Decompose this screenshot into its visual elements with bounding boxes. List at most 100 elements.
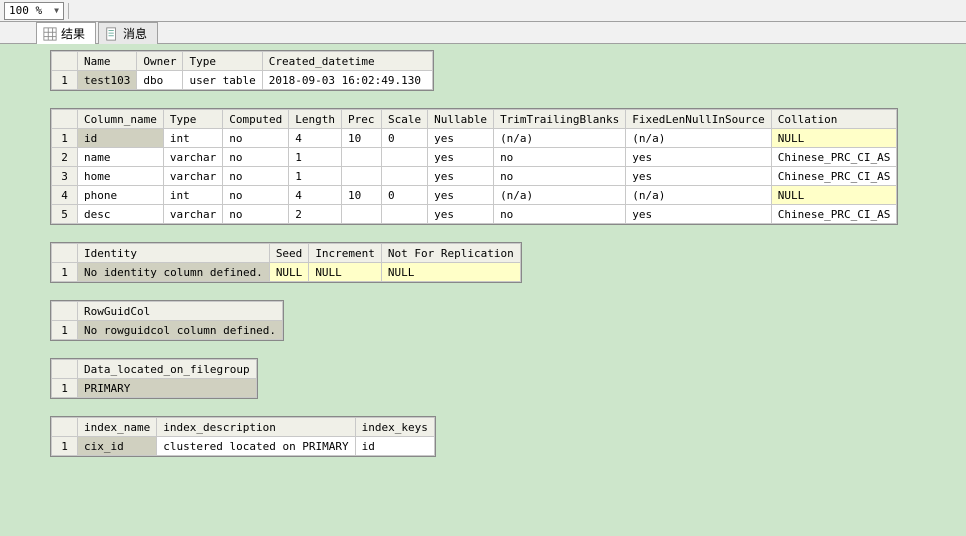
cell-nullable: yes [428, 129, 494, 148]
cell-type: int [163, 129, 222, 148]
col-header-type[interactable]: Type [163, 110, 222, 129]
table-row[interactable]: 3homevarcharno1yesnoyesChinese_PRC_CI_AS [52, 167, 897, 186]
row-number: 1 [52, 321, 78, 340]
table-row[interactable]: 1 PRIMARY [52, 379, 257, 398]
cell-filegroup: PRIMARY [78, 379, 257, 398]
col-header-prec[interactable]: Prec [341, 110, 381, 129]
cell-column-name: id [78, 129, 164, 148]
cell-index-name: cix_id [78, 437, 157, 456]
identity-grid: Identity Seed Increment Not For Replicat… [50, 242, 522, 283]
cell-rowguid: No rowguidcol column defined. [78, 321, 283, 340]
table-row[interactable]: 5descvarcharno2yesnoyesChinese_PRC_CI_AS [52, 205, 897, 224]
table-header-row: Name Owner Type Created_datetime [52, 52, 433, 71]
cell-fixed: (n/a) [626, 186, 771, 205]
cell-prec [341, 148, 381, 167]
col-header-identity[interactable]: Identity [78, 244, 270, 263]
cell-seed: NULL [269, 263, 309, 282]
cell-collation: Chinese_PRC_CI_AS [771, 205, 897, 224]
col-header-fixed[interactable]: FixedLenNullInSource [626, 110, 771, 129]
cell-nfr: NULL [381, 263, 520, 282]
table-header-row: RowGuidCol [52, 302, 283, 321]
cell-fixed: yes [626, 205, 771, 224]
row-number: 1 [52, 263, 78, 282]
table-row[interactable]: 4phoneintno4100yes(n/a)(n/a)NULL [52, 186, 897, 205]
col-header-scale[interactable]: Scale [381, 110, 427, 129]
toolbar-separator [68, 3, 69, 19]
table-row[interactable]: 2namevarcharno1yesnoyesChinese_PRC_CI_AS [52, 148, 897, 167]
cell-nullable: yes [428, 148, 494, 167]
col-header-index-name[interactable]: index_name [78, 418, 157, 437]
cell-collation: Chinese_PRC_CI_AS [771, 167, 897, 186]
cell-type: int [163, 186, 222, 205]
row-number-header[interactable] [52, 244, 78, 263]
cell-prec [341, 167, 381, 186]
row-number: 1 [52, 437, 78, 456]
cell-scale: 0 [381, 129, 427, 148]
table-row[interactable]: 1 test103 dbo user table 2018-09-03 16:0… [52, 71, 433, 90]
table-row[interactable]: 1 cix_id clustered located on PRIMARY id [52, 437, 435, 456]
table-header-row: Data_located_on_filegroup [52, 360, 257, 379]
tab-messages[interactable]: 消息 [98, 22, 158, 44]
table-row[interactable]: 1 No rowguidcol column defined. [52, 321, 283, 340]
col-header-increment[interactable]: Increment [309, 244, 382, 263]
row-number: 4 [52, 186, 78, 205]
cell-owner: dbo [137, 71, 183, 90]
col-header-nfr[interactable]: Not For Replication [381, 244, 520, 263]
cell-scale [381, 205, 427, 224]
col-header-index-desc[interactable]: index_description [157, 418, 355, 437]
toolbar: 100 % ▼ [0, 0, 966, 22]
document-icon [105, 27, 119, 41]
table-row[interactable]: 1 No identity column defined. NULL NULL … [52, 263, 521, 282]
row-number: 1 [52, 129, 78, 148]
row-number-header[interactable] [52, 302, 78, 321]
cell-trim: no [494, 148, 626, 167]
cell-computed: no [223, 129, 289, 148]
row-number-header[interactable] [52, 360, 78, 379]
cell-column-name: home [78, 167, 164, 186]
cell-column-name: desc [78, 205, 164, 224]
row-number-header[interactable] [52, 110, 78, 129]
cell-scale [381, 148, 427, 167]
cell-computed: no [223, 148, 289, 167]
table-meta-grid: Name Owner Type Created_datetime 1 test1… [50, 50, 434, 91]
tab-results[interactable]: 结果 [36, 22, 96, 44]
cell-identity: No identity column defined. [78, 263, 270, 282]
col-header-rowguidcol[interactable]: RowGuidCol [78, 302, 283, 321]
col-header-index-keys[interactable]: index_keys [355, 418, 434, 437]
row-number: 3 [52, 167, 78, 186]
cell-scale: 0 [381, 186, 427, 205]
filegroup-grid: Data_located_on_filegroup 1 PRIMARY [50, 358, 258, 399]
grid-icon [43, 27, 57, 41]
row-number-header[interactable] [52, 52, 78, 71]
col-header-computed[interactable]: Computed [223, 110, 289, 129]
col-header-collation[interactable]: Collation [771, 110, 897, 129]
cell-type: varchar [163, 205, 222, 224]
table-row[interactable]: 1idintno4100yes(n/a)(n/a)NULL [52, 129, 897, 148]
zoom-value: 100 % [9, 4, 42, 17]
zoom-dropdown[interactable]: 100 % ▼ [4, 2, 64, 20]
col-header-created[interactable]: Created_datetime [262, 52, 432, 71]
col-header-length[interactable]: Length [289, 110, 342, 129]
cell-type: user table [183, 71, 262, 90]
cell-computed: no [223, 186, 289, 205]
cell-prec: 10 [341, 129, 381, 148]
cell-index-keys: id [355, 437, 434, 456]
cell-scale [381, 167, 427, 186]
cell-created: 2018-09-03 16:02:49.130 [262, 71, 432, 90]
tab-messages-label: 消息 [123, 25, 147, 42]
col-header-name[interactable]: Name [78, 52, 137, 71]
columns-grid: Column_name Type Computed Length Prec Sc… [50, 108, 898, 225]
cell-index-desc: clustered located on PRIMARY [157, 437, 355, 456]
col-header-column-name[interactable]: Column_name [78, 110, 164, 129]
cell-trim: no [494, 167, 626, 186]
col-header-trim[interactable]: TrimTrailingBlanks [494, 110, 626, 129]
cell-length: 1 [289, 148, 342, 167]
col-header-seed[interactable]: Seed [269, 244, 309, 263]
cell-computed: no [223, 167, 289, 186]
cell-collation: NULL [771, 186, 897, 205]
col-header-filegroup[interactable]: Data_located_on_filegroup [78, 360, 257, 379]
col-header-nullable[interactable]: Nullable [428, 110, 494, 129]
col-header-owner[interactable]: Owner [137, 52, 183, 71]
col-header-type[interactable]: Type [183, 52, 262, 71]
row-number-header[interactable] [52, 418, 78, 437]
